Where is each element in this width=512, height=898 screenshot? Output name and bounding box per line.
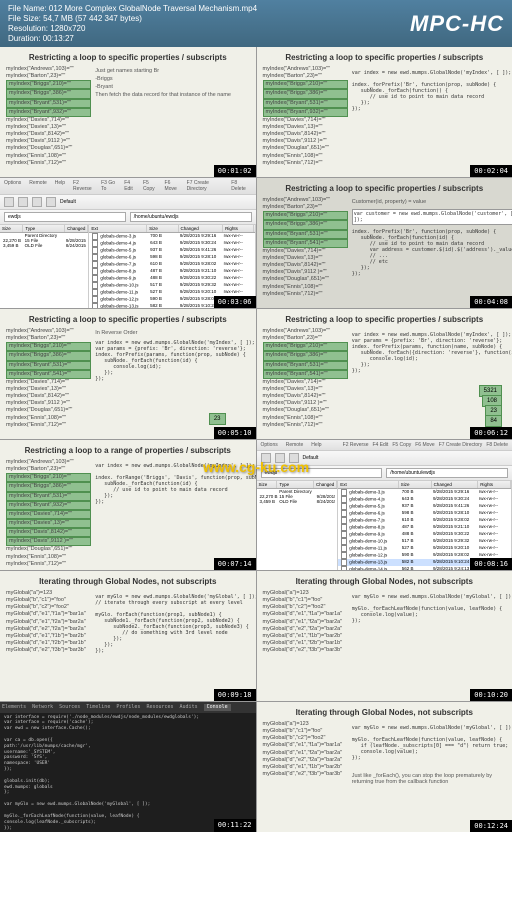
file-info: File Name: 012 More Complex GlobalNode T…	[8, 4, 257, 43]
thumb-11: Elements Network Sources Timeline Profiles Re…	[0, 702, 256, 832]
table-row[interactable]: 3,459 BOLD File8/24/2015 14:03	[257, 499, 338, 504]
path-bar[interactable]: ewdjs	[4, 212, 126, 222]
timestamp: 00:05:10	[214, 427, 256, 439]
tab-timeline[interactable]: Timeline	[86, 704, 110, 711]
devtools-tabs[interactable]: Elements Network Sources Timeline Profiles Re…	[0, 702, 256, 713]
index-list: myIndex("Andrews",103)=""myIndex("Barton…	[6, 66, 91, 167]
toolbar[interactable]: Default	[0, 195, 256, 210]
breadcrumb[interactable]: /home/ubuntu/ewdjs	[130, 212, 252, 222]
tab-resources[interactable]: Resources	[146, 704, 173, 711]
timestamp: 00:04:08	[470, 296, 512, 308]
watermark: www.cg-ku.com	[203, 459, 309, 475]
note: Just get names starting Br	[95, 68, 249, 74]
timestamp: 00:10:20	[470, 689, 512, 701]
timestamp: 00:02:04	[470, 165, 512, 177]
timestamp: 00:12:24	[470, 820, 512, 832]
table-row[interactable]: globals-demo-6.js598 B9/28/2015 9:28:10r…	[89, 254, 254, 261]
table-row[interactable]: globals-demo-5.js937 B9/28/2015 9:41:26r…	[338, 503, 511, 510]
thumb-2: Restricting a loop to specific propertie…	[257, 47, 512, 177]
table-row[interactable]: globals-demo-8.js487 B9/28/2015 9:21:10r…	[338, 524, 511, 531]
code: var index = new ewd.mumps.GlobalNode('my…	[352, 70, 512, 112]
timestamp: 00:11:22	[214, 819, 256, 832]
table-row[interactable]: globals-demo-6.js598 B9/28/2015 9:28:10r…	[338, 510, 511, 517]
table-row[interactable]: globals-demo-9.js488 B9/28/2015 9:30:22r…	[338, 531, 511, 538]
slide-title: Restricting a loop to specific propertie…	[6, 53, 250, 62]
timestamp: 00:01:02	[214, 165, 256, 177]
tab-console[interactable]: Console	[204, 704, 231, 711]
menubar[interactable]: OptionsRemoteHelp F2 ReverseF4 EditF5 Co…	[257, 440, 512, 451]
back-icon[interactable]	[18, 197, 28, 207]
table-row[interactable]: globals-demo-3.js700 B9/28/2015 9:29:16r…	[338, 489, 511, 496]
thumb-10: Iterating through Global Nodes, not subs…	[257, 571, 512, 701]
thumb-9: Iterating through Global Nodes, not subs…	[0, 571, 256, 701]
table-row[interactable]: globals-demo-10.js517 B9/28/2015 9:29:32…	[89, 282, 254, 289]
name-item: -Bryant	[95, 84, 249, 90]
thumb-6: Restricting a loop to specific propertie…	[257, 309, 512, 439]
table-row[interactable]: globals-demo-7.js610 B9/28/2015 9:28:02r…	[338, 517, 511, 524]
timestamp: 00:07:14	[214, 558, 256, 570]
index-list: myIndex("Andrews",103)=""myIndex("Barton…	[263, 66, 348, 167]
name-item: -Briggs	[95, 76, 249, 82]
table-row[interactable]: globals-demo-10.js517 B9/28/2015 9:29:32…	[338, 538, 511, 545]
timestamp: 00:06:12	[470, 427, 512, 439]
header: File Name: 012 More Complex GlobalNode T…	[0, 0, 512, 47]
table-row[interactable]: globals-demo-11.js527 B9/28/2015 9:20:10…	[89, 289, 254, 296]
timestamp: 00:03:06	[214, 296, 256, 308]
menubar[interactable]: OptionsRemoteHelp F2 ReverseF3 Go ToF4 E…	[0, 178, 256, 195]
table-row[interactable]: globals-demo-3.js700 B9/28/2015 9:29:16r…	[89, 233, 254, 240]
tab-profiles[interactable]: Profiles	[116, 704, 140, 711]
tab-sources[interactable]: Sources	[59, 704, 80, 711]
table-row[interactable]: globals-demo-11.js527 B9/28/2015 9:20:10…	[338, 545, 511, 552]
table-row[interactable]: 3,459 BOLD File8/24/2015 14:03	[0, 243, 88, 248]
table-row[interactable]: globals-demo-4.js643 B9/28/2015 9:30:24r…	[338, 496, 511, 503]
table-row[interactable]: globals-demo-4.js643 B9/28/2015 9:30:24r…	[89, 240, 254, 247]
slide-title: Restricting a loop to specific propertie…	[263, 53, 507, 62]
timestamp: 00:08:16	[470, 558, 512, 570]
tab-audits[interactable]: Audits	[180, 704, 198, 711]
folder-icon[interactable]	[4, 197, 14, 207]
thumb-4: Restricting a loop to specific propertie…	[257, 178, 512, 308]
timestamp: 00:09:18	[214, 689, 256, 701]
note: Then fetch the data record for that inst…	[95, 92, 249, 98]
table-row[interactable]: globals-demo-7.js610 B9/28/2015 9:28:02r…	[89, 261, 254, 268]
thumb-5: Restricting a loop to specific propertie…	[0, 309, 256, 439]
refresh-icon[interactable]	[46, 197, 56, 207]
slide-title: Restricting a loop to specific propertie…	[263, 184, 507, 193]
table-row[interactable]: globals-demo-8.js487 B9/28/2015 9:21:10r…	[89, 268, 254, 275]
thumb-12: Iterating through Global Nodes, not subs…	[257, 702, 512, 832]
tab-elements[interactable]: Elements	[2, 704, 26, 711]
thumb-1: Restricting a loop to specific propertie…	[0, 47, 256, 177]
thumb-3: OptionsRemoteHelp F2 ReverseF3 Go ToF4 E…	[0, 178, 256, 308]
table-row[interactable]: globals-demo-9.js488 B9/28/2015 9:30:22r…	[89, 275, 254, 282]
table-row[interactable]: globals-demo-5.js937 B9/28/2015 9:41:26r…	[89, 247, 254, 254]
tab-network[interactable]: Network	[32, 704, 53, 711]
fwd-icon[interactable]	[32, 197, 42, 207]
app-name: MPC-HC	[410, 11, 504, 37]
